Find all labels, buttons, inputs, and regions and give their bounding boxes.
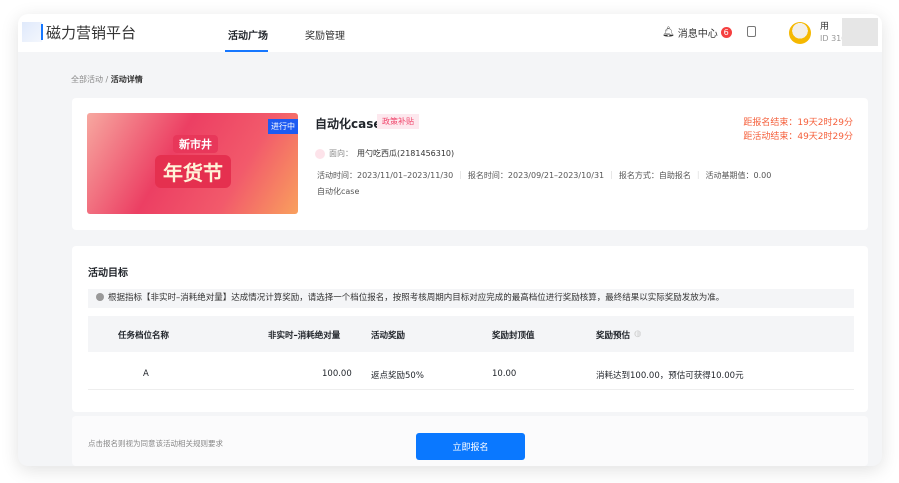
- nav-reward-management[interactable]: 奖励管理: [305, 27, 345, 42]
- activity-goal-card: 活动目标 根据指标【非实时–消耗绝对量】达成情况计算奖励，请选择一个档位报名，按…: [72, 246, 868, 412]
- signup-footer: 点击报名则视为同意该活动相关规则要求 立即报名: [72, 416, 868, 466]
- document-icon[interactable]: [747, 26, 756, 37]
- nav-activity-square[interactable]: 活动广场: [228, 27, 268, 42]
- activity-title: 自动化case: [315, 117, 382, 131]
- cell-cap: 10.00: [492, 369, 517, 379]
- col-consumption: 非实时–消耗绝对量: [268, 331, 341, 341]
- cell-consumption: 100.00: [322, 369, 352, 379]
- signup-method: 报名方式：自助报名: [618, 171, 691, 180]
- help-icon[interactable]: ◍: [634, 329, 641, 339]
- cell-tier: A: [143, 369, 149, 379]
- message-center-label: 消息中心: [677, 29, 718, 40]
- redacted-user-info: [842, 18, 878, 46]
- active-tab-indicator: [225, 50, 268, 52]
- signup-button[interactable]: 立即报名: [416, 433, 525, 460]
- user-name: 用: [820, 22, 830, 32]
- activity-description: 自动化case: [317, 187, 360, 196]
- table-header: 任务档位名称 非实时–消耗绝对量 活动奖励 奖励封顶值 奖励预估 ◍: [88, 316, 854, 352]
- message-center[interactable]: 🔔︎ 消息中心 6: [662, 25, 732, 40]
- activity-banner-image: 新市井 年货节 进行中: [87, 113, 298, 214]
- audience-label: 面向：: [329, 149, 353, 158]
- baseline-value: 活动基期值：0.00: [705, 171, 772, 180]
- logo-divider: [41, 24, 43, 40]
- activity-meta: 活动时间：2023/11/01–2023/11/30 | 报名时间：2023/09…: [317, 170, 772, 180]
- activity-info-card: 新市井 年货节 进行中 自动化case 政策补贴 距报名结束：19天2时29分 …: [72, 98, 868, 230]
- audience: 面向： 用勺吃西瓜(2181456310): [315, 148, 454, 159]
- col-tier-name: 任务档位名称: [118, 331, 170, 341]
- col-reward: 活动奖励: [371, 331, 406, 341]
- top-nav: 磁力营销平台 活动广场 奖励管理 🔔︎ 消息中心 6 用 ID 310: [18, 14, 882, 52]
- user-icon: [315, 148, 325, 159]
- activity-time: 活动时间：2023/11/01–2023/11/30: [317, 171, 454, 180]
- activity-countdown: 距活动结束：49天2时29分: [743, 132, 853, 142]
- info-icon: [96, 293, 104, 301]
- logo-text[interactable]: 磁力营销平台: [46, 22, 136, 43]
- col-reward-cap: 奖励封顶值: [492, 331, 535, 341]
- audience-value: 用勺吃西瓜(2181456310): [357, 149, 455, 158]
- bell-icon: 🔔︎: [662, 27, 675, 38]
- section-title: 活动目标: [88, 268, 128, 279]
- signup-time: 报名时间：2023/09/21–2023/10/31: [467, 171, 605, 180]
- banner-line1: 新市井: [173, 135, 218, 153]
- logo-icon: [22, 22, 42, 42]
- row-divider: [88, 389, 854, 390]
- goal-tip: 根据指标【非实时–消耗绝对量】达成情况计算奖励，请选择一个档位报名，按照考核周期…: [88, 289, 854, 308]
- app-window: 磁力营销平台 活动广场 奖励管理 🔔︎ 消息中心 6 用 ID 310 全部活动 /…: [18, 14, 882, 466]
- message-count-badge: 6: [720, 27, 732, 38]
- breadcrumb-current: 活动详情: [110, 75, 143, 84]
- col-reward-estimate: 奖励预估: [596, 331, 631, 341]
- policy-tag: 政策补贴: [377, 114, 419, 129]
- cell-estimate: 消耗达到100.00，预估可获得10.00元: [596, 371, 744, 381]
- signup-countdown: 距报名结束：19天2时29分: [743, 118, 853, 128]
- breadcrumb-all-activities[interactable]: 全部活动: [71, 75, 103, 84]
- avatar[interactable]: [789, 22, 811, 44]
- status-badge: 进行中: [268, 119, 298, 134]
- breadcrumb-separator: /: [105, 75, 109, 84]
- banner-line2: 年货节: [155, 155, 231, 188]
- breadcrumb: 全部活动 / 活动详情: [71, 74, 143, 85]
- goal-tip-text: 根据指标【非实时–消耗绝对量】达成情况计算奖励，请选择一个档位报名，按照考核周期…: [108, 293, 725, 303]
- cell-reward: 返点奖励50%: [371, 371, 424, 381]
- agreement-note: 点击报名则视为同意该活动相关规则要求: [88, 439, 223, 448]
